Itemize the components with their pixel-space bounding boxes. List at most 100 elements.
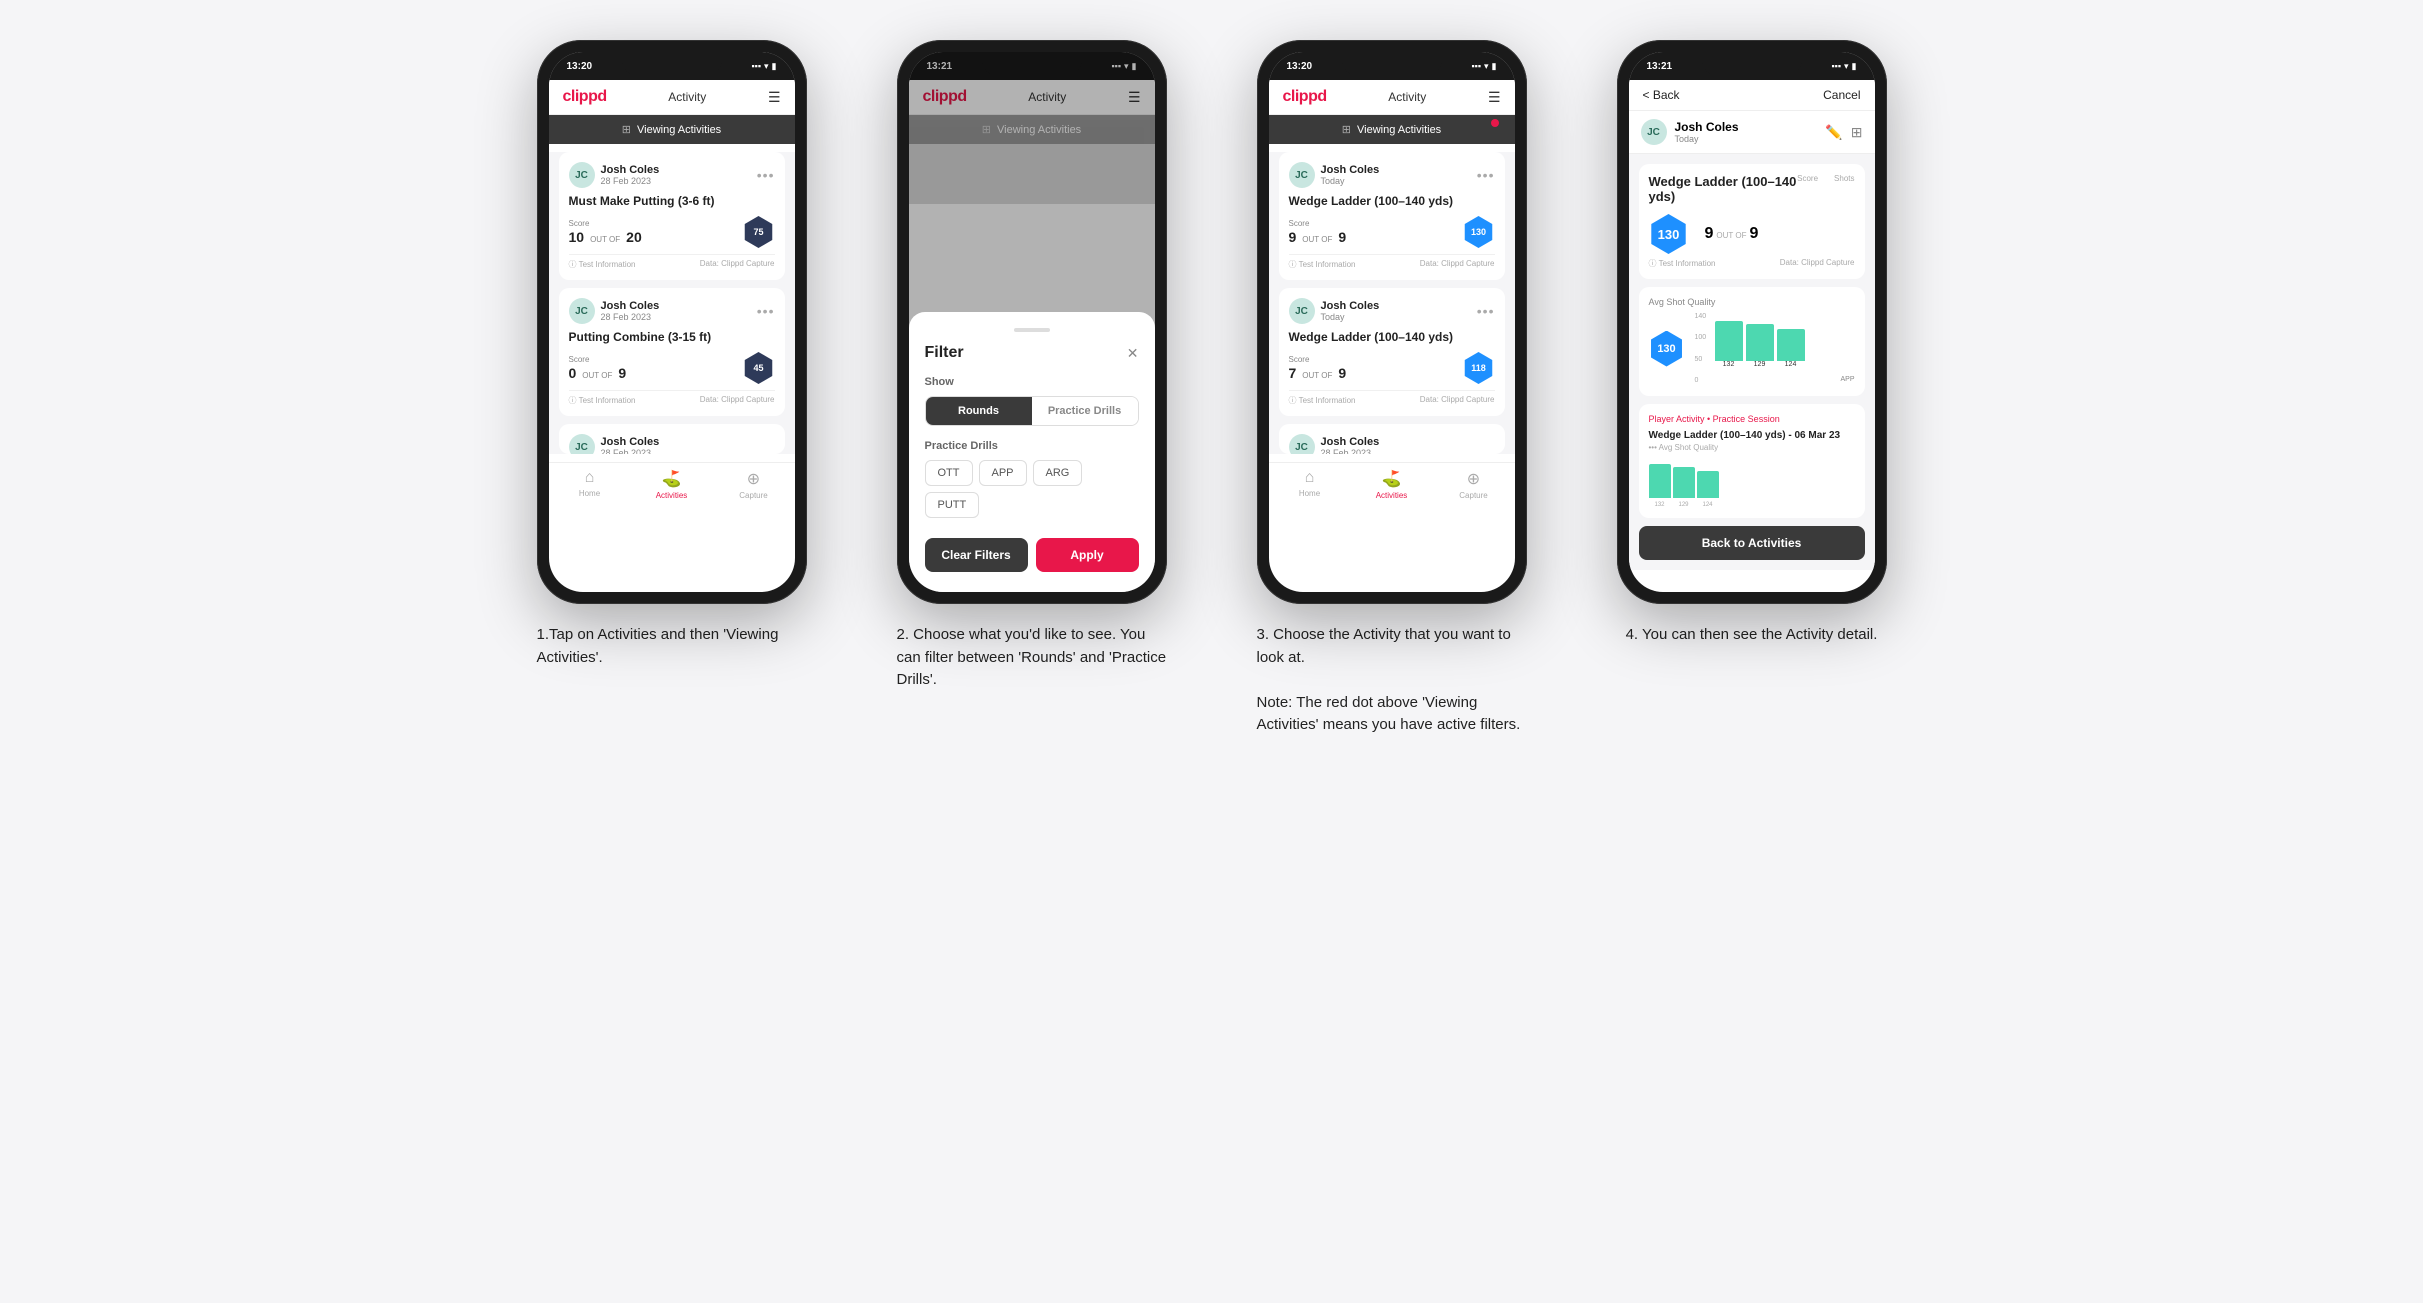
stats-row-1-1: Score 10 OUT OF 20 75 [569, 216, 775, 248]
status-time-4: 13:21 [1647, 61, 1673, 72]
viewing-banner-1[interactable]: ⊞ Viewing Activities [549, 115, 795, 144]
test-info-row-4: ⓘ Test Information Data: Clippd Capture [1649, 258, 1855, 269]
score-label-1-2: Score [569, 355, 627, 364]
nav-capture-1[interactable]: ⊕ Capture [713, 469, 795, 500]
user-name-1-3: Josh Coles [601, 436, 660, 448]
activity-item-1-2[interactable]: JC Josh Coles 28 Feb 2023 ••• Putting Co… [559, 288, 785, 416]
back-to-activities-button[interactable]: Back to Activities [1639, 526, 1865, 560]
drill-chip-app[interactable]: APP [979, 460, 1027, 486]
expand-icon-4[interactable]: ⊞ [1851, 124, 1863, 141]
activity-item-3-2[interactable]: JC Josh Coles Today ••• Wedge Ladder (10… [1279, 288, 1505, 416]
drill-chip-ott[interactable]: OTT [925, 460, 973, 486]
activity-header-3-3: JC Josh Coles 28 Feb 2023 [1289, 434, 1495, 454]
shots-val-1-2: 9 [618, 365, 626, 381]
test-info-4: ⓘ Test Information [1649, 258, 1716, 269]
user-date-1-3: 28 Feb 2023 [601, 448, 660, 454]
score-val-3-2: 7 [1289, 365, 1297, 381]
step-3-col: 13:20 ▪▪▪ ▾ ▮ clippd Activity ☰ [1232, 40, 1552, 737]
menu-icon-3[interactable]: ☰ [1488, 89, 1501, 106]
avatar-3-3: JC [1289, 434, 1315, 454]
activity-footer-1-1: ⓘ Test Information Data: Clippd Capture [569, 254, 775, 270]
phone-4: 13:21 ▪▪▪ ▾ ▮ < Back Cancel JC [1617, 40, 1887, 604]
footer-left-1-1: ⓘ Test Information [569, 259, 636, 270]
banner-text-3: Viewing Activities [1357, 124, 1441, 136]
nav-activities-1[interactable]: ⛳ Activities [631, 469, 713, 500]
battery-icon-3: ▮ [1492, 61, 1497, 72]
more-dots-1-1[interactable]: ••• [757, 167, 775, 183]
viewing-banner-3[interactable]: ⊞ Viewing Activities [1269, 115, 1515, 144]
bar-label-3: 124 [1777, 361, 1805, 368]
chart-row-4: 130 140 100 50 0 [1649, 311, 1855, 386]
activity-item-3-1[interactable]: JC Josh Coles Today ••• Wedge Ladder (10… [1279, 152, 1505, 280]
avatar-3-1: JC [1289, 162, 1315, 188]
signal-icon-1: ▪▪▪ [751, 61, 761, 71]
y-axis-4: 140 100 50 0 [1695, 311, 1707, 386]
activities-icon-3: ⛳ [1382, 469, 1402, 489]
quality-val-4: 130 [1658, 227, 1680, 242]
more-dots-3-2[interactable]: ••• [1477, 303, 1495, 319]
practice-drills-toggle[interactable]: Practice Drills [1032, 397, 1138, 425]
edit-icon-4[interactable]: ✏️ [1825, 124, 1842, 141]
more-dots-1-2[interactable]: ••• [757, 303, 775, 319]
app-label-4: APP [1840, 376, 1854, 383]
activity-header-1-1: JC Josh Coles 28 Feb 2023 ••• [569, 162, 775, 188]
user-details-1-3: Josh Coles 28 Feb 2023 [601, 436, 660, 454]
close-button[interactable]: ✕ [1127, 345, 1139, 362]
activity-item-1-1[interactable]: JC Josh Coles 28 Feb 2023 ••• Must Make … [559, 152, 785, 280]
stats-row-3-2: Score 7 OUT OF 9 118 [1289, 352, 1495, 384]
user-date-3-1: Today [1321, 176, 1380, 186]
score-stat-1-2: Score 0 OUT OF 9 [569, 355, 627, 381]
user-name-1-1: Josh Coles [601, 164, 660, 176]
clear-filters-button[interactable]: Clear Filters [925, 538, 1028, 572]
filter-icon-3: ⊞ [1342, 123, 1351, 136]
step-2-col: 13:21 ▪▪▪ ▾ ▮ clippd Activity ☰ ⊞ [872, 40, 1192, 692]
capture-icon-1: ⊕ [747, 469, 760, 489]
score-val-1-2: 0 [569, 365, 577, 381]
activity-header-1-3: JC Josh Coles 28 Feb 2023 [569, 434, 775, 454]
battery-icon-4: ▮ [1852, 61, 1857, 72]
back-button-4[interactable]: < Back [1643, 88, 1680, 102]
nav-home-3[interactable]: ⌂ Home [1269, 469, 1351, 500]
nav-capture-3[interactable]: ⊕ Capture [1433, 469, 1515, 500]
step-2-description: 2. Choose what you'd like to see. You ca… [897, 624, 1167, 692]
red-dot-3 [1491, 119, 1499, 127]
activity-item-3-3[interactable]: JC Josh Coles 28 Feb 2023 [1279, 424, 1505, 454]
user-name-3-1: Josh Coles [1321, 164, 1380, 176]
page-container: 13:20 ▪▪▪ ▾ ▮ clippd Activity ☰ ⊞ [512, 40, 1912, 737]
shots-val-3-2: 9 [1338, 365, 1346, 381]
header-title-3: Activity [1388, 90, 1426, 104]
mini-chart-container-4: 140 100 50 0 [1695, 311, 1855, 386]
capture-icon-3: ⊕ [1467, 469, 1480, 489]
activities-label-1: Activities [656, 491, 688, 500]
drill-chip-putt[interactable]: PUTT [925, 492, 980, 518]
home-icon-3: ⌂ [1305, 469, 1315, 487]
bar-2-4 [1746, 324, 1774, 361]
more-dots-3-1[interactable]: ••• [1477, 167, 1495, 183]
banner-text-1: Viewing Activities [637, 124, 721, 136]
filter-handle [1014, 328, 1050, 332]
step-4-col: 13:21 ▪▪▪ ▾ ▮ < Back Cancel JC [1592, 40, 1912, 647]
user-date-1-1: 28 Feb 2023 [601, 176, 660, 186]
capture-label-1: Capture [739, 491, 767, 500]
menu-icon-1[interactable]: ☰ [768, 89, 781, 106]
rounds-toggle[interactable]: Rounds [926, 397, 1032, 425]
show-label: Show [925, 376, 1139, 388]
detail-user-name-4: Josh Coles [1675, 120, 1739, 134]
step-1-description: 1.Tap on Activities and then 'Viewing Ac… [537, 624, 807, 669]
drill-chip-arg[interactable]: ARG [1033, 460, 1083, 486]
cancel-button-4[interactable]: Cancel [1823, 88, 1860, 102]
apply-button[interactable]: Apply [1036, 538, 1139, 572]
home-label-3: Home [1299, 489, 1320, 498]
drills-section-label: Practice Drills [925, 440, 1139, 452]
shots-val-3-1: 9 [1338, 229, 1346, 245]
nav-home-1[interactable]: ⌂ Home [549, 469, 631, 500]
activity-item-1-3[interactable]: JC Josh Coles 28 Feb 2023 [559, 424, 785, 454]
detail-section-subtitle-4: ••• Avg Shot Quality [1649, 443, 1855, 452]
mini-bar-2-4 [1673, 467, 1695, 498]
wifi-icon-1: ▾ [764, 61, 769, 72]
wifi-icon-4: ▾ [1844, 61, 1849, 72]
avatar-1-3: JC [569, 434, 595, 454]
nav-activities-3[interactable]: ⛳ Activities [1351, 469, 1433, 500]
score-col-4: Score [1797, 174, 1818, 183]
mini-label-1: 132 [1649, 502, 1671, 508]
